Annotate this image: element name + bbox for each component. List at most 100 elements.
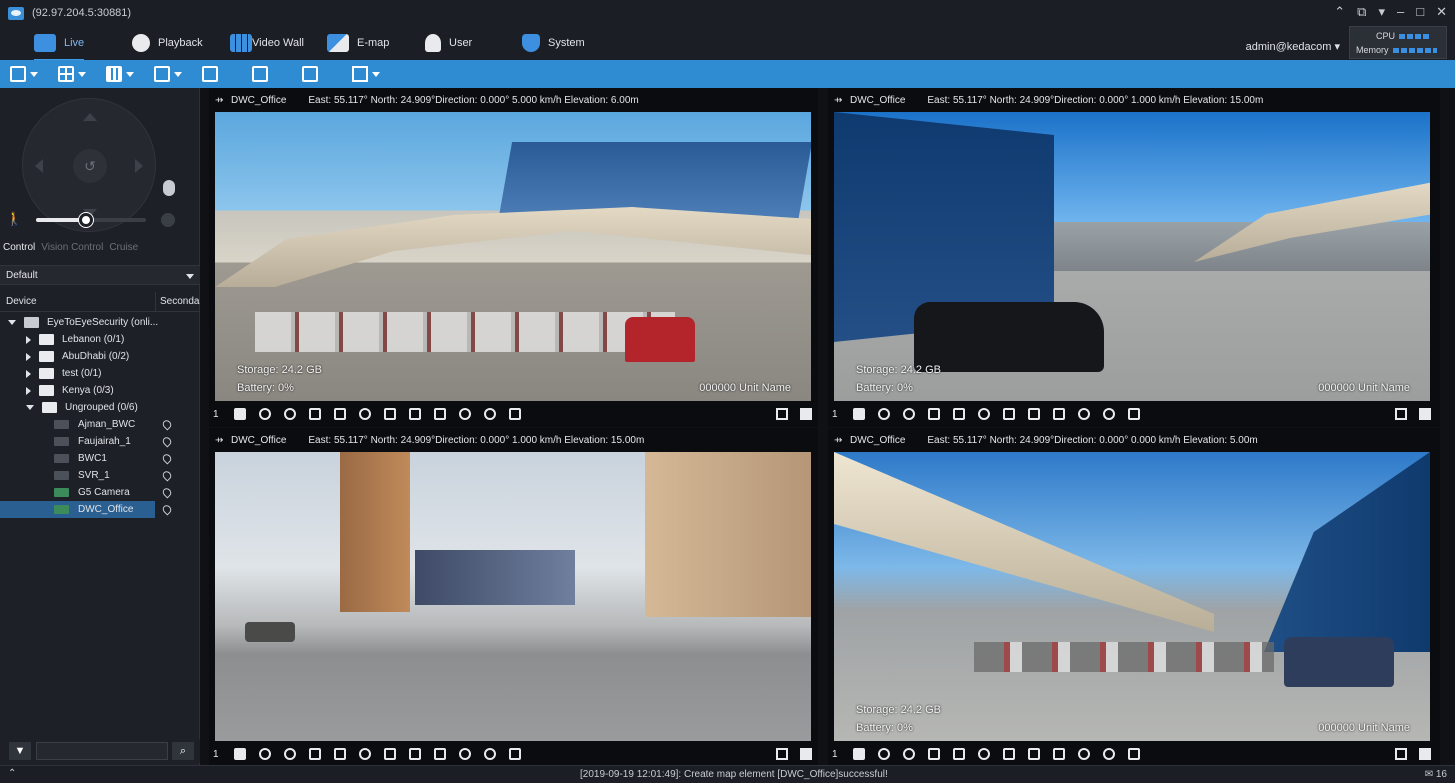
ptz-speed-slider[interactable] [36,213,146,227]
ptz-direction-pad[interactable]: ↺ [22,98,156,232]
record-icon[interactable] [928,408,940,420]
more-icon[interactable] [800,748,812,760]
tree-device[interactable]: Faujairah_1 [0,433,200,450]
video-tile[interactable]: ⇸ DWC_Office East: 55.117° North: 24.909… [209,428,818,765]
tree-group[interactable]: Lebanon (0/1) [0,331,200,348]
play-icon[interactable] [409,408,421,420]
export-icon[interactable] [1003,748,1015,760]
column-secondary[interactable]: Seconda [155,292,200,311]
record-icon[interactable] [309,748,321,760]
tree-root[interactable]: EyeToEyeSecurity (onli... [0,314,200,331]
stop-icon[interactable] [234,408,246,420]
slider-handle[interactable] [78,213,93,227]
dropdown-icon[interactable]: ▾ [1378,4,1385,20]
zoom-out-icon[interactable] [284,748,296,760]
pin-icon[interactable]: ⇸ [834,95,844,106]
more-icon[interactable] [1419,408,1431,420]
expand-icon[interactable] [776,408,788,420]
tab-system[interactable]: System [522,30,585,56]
wiper-icon[interactable] [434,748,446,760]
record-icon[interactable] [309,408,321,420]
snapshot-icon[interactable] [953,408,965,420]
phone-icon[interactable] [978,748,990,760]
tree-group[interactable]: Kenya (0/3) [0,382,200,399]
map-marker-icon[interactable] [509,408,521,420]
reset-icon[interactable]: ↺ [73,149,107,183]
pin-icon[interactable]: ⇸ [215,95,225,106]
restore-layout-icon[interactable]: ⧉ [1357,4,1366,20]
right-arrow-icon[interactable] [135,159,143,173]
tab-playback[interactable]: Playback [132,30,203,56]
location-icon[interactable] [160,418,174,431]
column-layout-button[interactable] [96,60,144,88]
tree-group[interactable]: AbuDhabi (0/2) [0,348,200,365]
message-count[interactable]: ✉ 16 [1425,769,1447,780]
tab-user[interactable]: User [425,30,472,56]
light-icon[interactable] [1078,408,1090,420]
zoom-in-icon[interactable] [878,408,890,420]
search-icon[interactable]: ⌕ [172,742,194,760]
microphone-icon[interactable] [163,180,175,196]
location-icon[interactable] [160,452,174,465]
up-arrow-icon[interactable] [83,113,97,121]
map-marker-icon[interactable] [1128,748,1140,760]
speaker-icon[interactable] [1103,408,1115,420]
tab-control[interactable]: Control [0,238,38,260]
network-button[interactable] [342,60,390,88]
tab-video-wall[interactable]: Video Wall [230,30,304,56]
export-icon[interactable] [384,748,396,760]
expand-icon[interactable] [1395,748,1407,760]
zoom-out-icon[interactable] [284,408,296,420]
location-icon[interactable] [160,435,174,448]
video-feed[interactable] [215,452,811,741]
pin-icon[interactable]: ⇸ [834,435,844,446]
tree-group[interactable]: test (0/1) [0,365,200,382]
stop-icon[interactable] [853,408,865,420]
play-icon[interactable] [409,748,421,760]
more-icon[interactable] [1419,748,1431,760]
tree-device[interactable]: Ajman_BWC [0,416,200,433]
tree-device-selected[interactable]: DWC_Office [0,501,174,518]
video-tile[interactable]: ⇸ DWC_Office East: 55.117° North: 24.909… [828,88,1440,427]
expand-up-icon[interactable]: ⌃ [8,768,16,779]
expand-icon[interactable] [776,748,788,760]
light-icon[interactable] [459,408,471,420]
wiper-icon[interactable] [434,408,446,420]
pin-icon[interactable]: ⇸ [215,435,225,446]
play-icon[interactable] [1028,748,1040,760]
close-all-button[interactable] [192,60,228,88]
map-marker-icon[interactable] [1128,408,1140,420]
tab-live[interactable]: Live [34,30,85,61]
expand-icon[interactable] [1395,408,1407,420]
export-icon[interactable] [384,408,396,420]
user-menu[interactable]: admin@kedacom ▾ [1246,40,1340,53]
zoom-in-icon[interactable] [878,748,890,760]
video-feed[interactable]: Storage: 24.2 GB Battery: 0% 000000 Unit… [215,112,811,401]
more-icon[interactable] [800,408,812,420]
zoom-in-icon[interactable] [259,748,271,760]
tab-cruise[interactable]: Cruise [106,238,141,260]
device-search-input[interactable] [36,742,168,760]
video-feed[interactable]: Storage: 24.2 GB Battery: 0% 000000 Unit… [834,452,1430,741]
split-screen-button[interactable] [48,60,96,88]
video-tile[interactable]: ⇸ DWC_Office East: 55.117° North: 24.909… [828,428,1440,765]
tree-device[interactable]: BWC1 [0,450,200,467]
location-icon[interactable] [160,503,174,516]
filter-icon[interactable]: ▼ [9,742,31,760]
fullscreen-button[interactable] [242,60,278,88]
zoom-in-icon[interactable] [259,408,271,420]
stop-icon[interactable] [234,748,246,760]
preset-dropdown[interactable]: Default [0,265,200,285]
location-icon[interactable] [160,469,174,482]
zoom-out-icon[interactable] [903,748,915,760]
left-arrow-icon[interactable] [35,159,43,173]
video-feed[interactable]: Storage: 24.2 GB Battery: 0% 000000 Unit… [834,112,1430,401]
location-icon[interactable] [160,486,174,499]
close-button[interactable]: ✕ [1436,4,1447,20]
location-icon[interactable] [161,213,175,227]
stream-layout-button[interactable] [0,60,48,88]
phone-icon[interactable] [359,408,371,420]
tree-device[interactable]: SVR_1 [0,467,200,484]
speaker-icon[interactable] [1103,748,1115,760]
minimize-button[interactable]: – [1397,4,1404,20]
